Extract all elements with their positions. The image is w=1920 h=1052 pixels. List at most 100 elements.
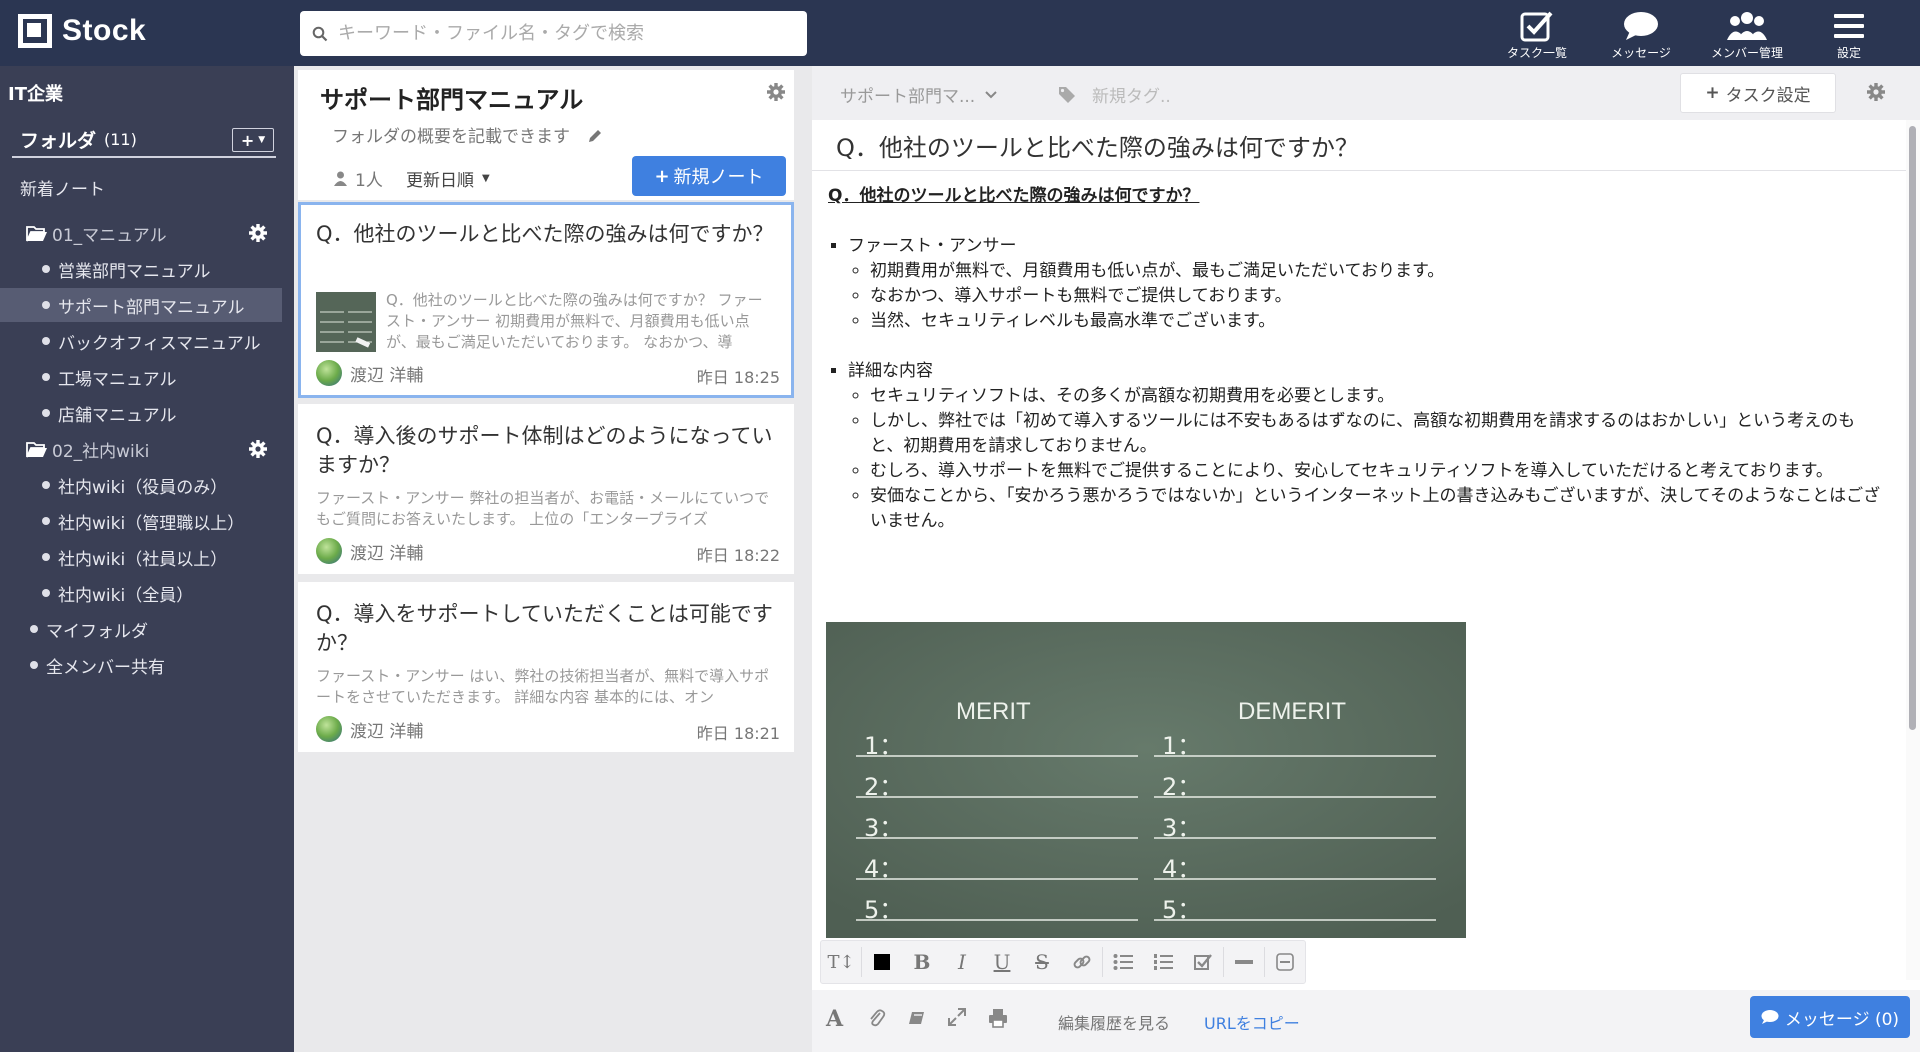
nav-task-list[interactable]: タスク一覧 (1500, 8, 1574, 64)
strikethrough-button[interactable]: S (1022, 941, 1062, 983)
sidebar-item-wiki-executives[interactable]: 社内wiki（役員のみ） (0, 468, 282, 502)
copy-url-link[interactable]: URLをコピー (1204, 1010, 1300, 1034)
chalkboard-thumbnail (316, 292, 376, 352)
sidebar-item-my-folder[interactable]: マイフォルダ (0, 612, 282, 646)
sidebar: IT企業 フォルダ (11) + ▼ 新着ノート 01_マニュアル 営業部門マニ… (0, 66, 294, 1052)
bullet-icon (42, 589, 50, 597)
sidebar-new-notes[interactable]: 新着ノート (0, 170, 282, 204)
note-body[interactable]: Q．他社のツールと比べた際の強みは何ですか？ ファースト・アンサー 初期費用が無… (828, 184, 1888, 534)
folder-label: フォルダ (20, 130, 97, 152)
bold-button[interactable]: B (902, 941, 942, 983)
gear-icon[interactable] (248, 223, 268, 243)
add-folder-button[interactable]: + ▼ (232, 128, 274, 152)
sidebar-item-wiki-all[interactable]: 社内wiki（全員） (0, 576, 282, 610)
underline-button[interactable]: U (982, 941, 1022, 983)
print-icon[interactable] (988, 1008, 1008, 1028)
expand-icon[interactable] (948, 1008, 966, 1026)
editor-header: サポート部門マ... 新規タグ.. + タスク設定 (812, 66, 1920, 120)
sidebar-item-support-manual[interactable]: サポート部門マニュアル (0, 288, 282, 322)
text-size-button[interactable]: T↕ (821, 941, 861, 983)
bullet-list-button[interactable] (1103, 941, 1143, 983)
gear-icon[interactable] (1866, 82, 1886, 102)
link-button[interactable] (1062, 941, 1102, 983)
board-demerit-heading: DEMERIT (1238, 698, 1346, 725)
sub-bullet-item: むしろ、導入サポートを無料でご提供することにより、安心してセキュリティソフトを導… (870, 459, 1888, 484)
sort-dropdown[interactable]: 更新日順 ▼ (406, 166, 490, 191)
nav-label: メッセージ (1611, 46, 1671, 60)
sidebar-item-wiki-employees[interactable]: 社内wiki（社員以上） (0, 540, 282, 574)
pencil-icon[interactable] (587, 128, 603, 144)
sidebar-item-sales-manual[interactable]: 営業部門マニュアル (0, 252, 282, 286)
horizontal-rule-button[interactable] (1224, 941, 1264, 983)
bullet-icon (42, 409, 50, 417)
note-card[interactable]: Q．導入後のサポート体制はどのようになっていますか？ ファースト・アンサー 弊社… (298, 404, 794, 574)
sidebar-item-label: 店舗マニュアル (58, 405, 177, 426)
person-icon (334, 171, 347, 186)
folder-header: フォルダ (11) + ▼ (12, 124, 276, 158)
note-author: 渡辺 洋輔 (316, 716, 423, 742)
italic-button[interactable]: I (942, 941, 982, 983)
new-note-button[interactable]: + 新規ノート (632, 156, 786, 196)
nav-messages[interactable]: メッセージ (1604, 8, 1678, 64)
note-editor: サポート部門マ... 新規タグ.. + タスク設定 Q．他社のツールと比べた際の… (812, 66, 1920, 1052)
sort-label: 更新日順 (406, 171, 474, 191)
sidebar-item-label: 社内wiki（社員以上） (58, 549, 228, 570)
message-button[interactable]: メッセージ (0) (1750, 996, 1910, 1038)
nav-settings[interactable]: 設定 (1814, 8, 1884, 64)
editor-folder-select[interactable]: サポート部門マ... (840, 82, 997, 107)
note-list-panel: サポート部門マニュアル フォルダの概要を記載できます 1人 更新日順 ▼ + 新… (294, 66, 806, 1052)
checklist-button[interactable] (1183, 941, 1223, 983)
avatar (316, 716, 342, 742)
sidebar-item-factory-manual[interactable]: 工場マニュアル (0, 360, 282, 394)
paperclip-icon[interactable] (868, 1008, 886, 1030)
plus-icon: + (240, 130, 255, 150)
collapse-button[interactable] (1265, 941, 1305, 983)
note-title-field[interactable]: Q．他社のツールと比べた際の強みは何ですか？ (836, 128, 1359, 163)
search-box[interactable] (300, 11, 807, 56)
scrollbar-thumb[interactable] (1909, 126, 1916, 730)
sidebar-item-store-manual[interactable]: 店舗マニュアル (0, 396, 282, 430)
folder-description[interactable]: フォルダの概要を記載できます (332, 122, 603, 147)
text-color-button[interactable] (862, 941, 902, 983)
gear-icon[interactable] (248, 439, 268, 459)
sidebar-item-label: 社内wiki（役員のみ） (58, 477, 228, 498)
checkbox-icon (1194, 954, 1212, 970)
sub-bullet-item: 安価なことから、「安かろう悪かろうではないか」というインターネット上の書き込みも… (870, 484, 1888, 534)
format-toolbar: T↕ B I U S (820, 940, 1306, 984)
note-card[interactable]: Q．導入をサポートしていただくことは可能ですか？ ファースト・アンサー はい、弊… (298, 582, 794, 752)
tag-icon (1059, 86, 1075, 103)
bullet-icon (42, 517, 50, 525)
sidebar-item-label: 社内wiki（全員） (58, 585, 194, 606)
sidebar-item-backoffice-manual[interactable]: バックオフィスマニュアル (0, 324, 282, 358)
board-row-label: 2： (864, 773, 904, 801)
tag-input[interactable]: 新規タグ.. (1058, 82, 1171, 107)
note-excerpt: Q．他社のツールと比べた際の強みは何ですか？ ファースト・アンサー 初期費用が無… (386, 291, 763, 351)
member-count[interactable]: 1人 (334, 166, 383, 191)
note-card[interactable]: Q．他社のツールと比べた際の強みは何ですか？ Q．他社のツールと比べた際の強みは… (298, 202, 794, 398)
search-input[interactable] (338, 23, 778, 44)
task-settings-button[interactable]: + タスク設定 (1680, 73, 1836, 113)
gear-icon[interactable] (766, 82, 786, 102)
numbered-list-button[interactable] (1143, 941, 1183, 983)
font-style-icon[interactable]: A (826, 1006, 843, 1032)
section-label: ファースト・アンサー (848, 236, 1017, 256)
sidebar-item-all-members-shared[interactable]: 全メンバー共有 (0, 648, 282, 682)
bullet-icon (42, 301, 50, 309)
caret-down-icon: ▼ (258, 135, 266, 145)
sidebar-folder-wiki[interactable]: 02_社内wiki (0, 432, 282, 466)
eraser-icon[interactable] (908, 1008, 928, 1028)
sidebar-folder-manual[interactable]: 01_マニュアル (0, 216, 282, 250)
edit-history-link[interactable]: 編集履歴を見る (1058, 1010, 1170, 1034)
section-label: 詳細な内容 (848, 361, 933, 381)
nav-member-management[interactable]: メンバー管理 (1702, 8, 1792, 64)
bullet-icon (42, 553, 50, 561)
bullet-icon (30, 661, 38, 669)
sidebar-item-wiki-managers[interactable]: 社内wiki（管理職以上） (0, 504, 282, 538)
board-row-label: 3： (1162, 814, 1202, 842)
bullet-icon (42, 265, 50, 273)
chalkboard-image[interactable]: MERIT DEMERIT 1： 1： 2： 2： 3： 3： 4： 4： 5：… (826, 622, 1466, 938)
app-logo[interactable]: Stock (18, 14, 146, 48)
members-icon (1727, 12, 1767, 40)
sub-bullet-item: 初期費用が無料で、月額費用も低い点が、最もご満足いただいております。 (870, 259, 1888, 284)
note-thumbnail (316, 292, 376, 352)
